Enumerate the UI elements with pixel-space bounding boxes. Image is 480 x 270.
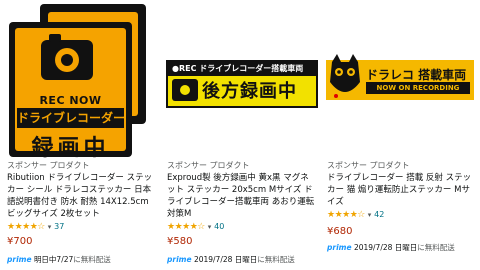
product-image[interactable]: REC NOW ドライブレコーダー 録画中 xyxy=(0,0,160,161)
sticker: ドラレコ 搭載車両 NOW ON RECORDING xyxy=(326,54,474,100)
rating-count[interactable]: 37 xyxy=(54,222,64,231)
product-image[interactable]: ●REC ドライブレコーダー搭載車両 後方録画中 xyxy=(160,0,320,146)
chevron-down-icon: ▾ xyxy=(207,223,212,231)
sticker-top: ●REC ドライブレコーダー搭載車両 xyxy=(168,62,316,76)
rating[interactable]: ★★★★☆ ▾ 40 xyxy=(167,222,224,232)
product-title-link[interactable]: ドライブレコーダー 搭載 反射 ステッカー 猫 煽り運転防止ステッカー Mサイズ xyxy=(327,172,476,208)
ship-date: 明日中7/27 xyxy=(33,255,74,264)
rating-count[interactable]: 40 xyxy=(214,222,224,231)
star-rating-icon: ★★★★☆ xyxy=(7,222,45,232)
product-title-link[interactable]: Ributiion ドライブレコーダー ステッカー シール ドラレコステッカー … xyxy=(7,172,156,220)
ship-date: 2019/7/28 日曜日 xyxy=(353,243,418,252)
sponsored-label: スポンサー プロダクト xyxy=(7,161,90,170)
rating[interactable]: ★★★★☆ ▾ 37 xyxy=(7,222,64,232)
sticker-sub: NOW ON RECORDING xyxy=(366,82,470,94)
star-rating-icon: ★★★★☆ xyxy=(327,210,365,220)
product-image[interactable]: ドラレコ 搭載車両 NOW ON RECORDING xyxy=(320,0,480,146)
ship-note: に無料配送 xyxy=(257,255,295,264)
shipping-info: prime 2019/7/28 日曜日に無料配送 xyxy=(327,242,455,253)
camera-icon xyxy=(172,79,198,101)
ship-date: 2019/7/28 日曜日 xyxy=(193,255,258,264)
star-rating-icon: ★★★★☆ xyxy=(167,222,205,232)
sticker-main: 後方録画中 xyxy=(202,81,297,102)
shipping-info: prime 2019/7/28 日曜日に無料配送 xyxy=(167,254,295,265)
prime-icon: prime xyxy=(7,255,32,264)
sponsored-label: スポンサー プロダクト xyxy=(167,161,250,170)
rating[interactable]: ★★★★☆ ▾ 42 xyxy=(327,210,384,220)
sticker-line: ドライブレコーダー xyxy=(17,108,124,128)
ship-note: に無料配送 xyxy=(73,255,111,264)
sticker-title: ドラレコ 搭載車両 xyxy=(366,68,467,82)
price: ¥680 xyxy=(327,226,353,237)
sticker-front: REC NOW ドライブレコーダー 録画中 xyxy=(9,22,132,161)
chevron-down-icon: ▾ xyxy=(367,211,372,219)
cat-icon xyxy=(330,54,360,98)
prime-icon: prime xyxy=(167,255,192,264)
chevron-down-icon: ▾ xyxy=(47,223,52,231)
price: ¥700 xyxy=(7,236,33,247)
sticker-big-text: 録画中 xyxy=(31,136,110,161)
product-card[interactable]: ドラレコ 搭載車両 NOW ON RECORDING スポンサー プロダクト ド… xyxy=(320,0,480,270)
sticker-rec-now: REC NOW xyxy=(39,94,102,107)
product-card[interactable]: ●REC ドライブレコーダー搭載車両 後方録画中 スポンサー プロダクト Exp… xyxy=(160,0,320,270)
sponsored-label: スポンサー プロダクト xyxy=(327,161,410,170)
price: ¥580 xyxy=(167,236,193,247)
sticker: ●REC ドライブレコーダー搭載車両 後方録画中 xyxy=(166,60,318,108)
rating-count[interactable]: 42 xyxy=(374,210,384,219)
product-card[interactable]: REC NOW ドライブレコーダー 録画中 スポンサー プロダクト Ributi… xyxy=(0,0,160,270)
product-title-link[interactable]: Exproud製 後方録画中 黄x黒 マグネット ステッカー 20x5cm Mサ… xyxy=(167,172,316,220)
camera-icon xyxy=(41,34,93,80)
ship-note: に無料配送 xyxy=(417,243,455,252)
prime-icon: prime xyxy=(327,243,352,252)
shipping-info: prime 明日中7/27に無料配送 xyxy=(7,254,111,265)
